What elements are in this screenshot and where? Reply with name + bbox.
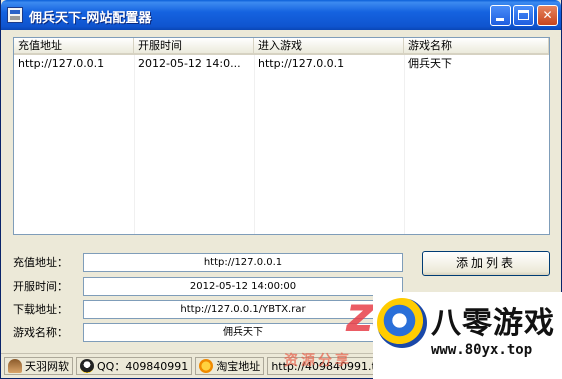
column-header-enter-game[interactable]: 进入游戏: [254, 38, 404, 55]
column-header-recharge[interactable]: 充值地址: [14, 38, 134, 55]
app-icon[interactable]: [7, 7, 23, 23]
column-divider: [134, 55, 135, 234]
close-button[interactable]: ✕: [537, 5, 558, 26]
row-enter-game-cell: http://127.0.0.1: [258, 57, 345, 70]
status-qq: QQ：409840991: [97, 360, 189, 373]
logo-url: www.80yx.top: [431, 342, 533, 358]
qq-icon: [80, 359, 94, 373]
taobao-icon: [199, 359, 214, 373]
game-name-label: 游戏名称：: [13, 326, 68, 339]
list-header: 充值地址 开服时间 进入游戏 游戏名称: [14, 38, 549, 55]
download-label: 下载地址：: [13, 303, 68, 316]
minimize-icon: [496, 18, 504, 21]
logo-brand: 八零游戏: [431, 306, 555, 341]
row-game-name-cell: 佣兵天下: [408, 57, 452, 70]
watermark-subtitle: 资源分享: [284, 353, 352, 369]
app-window: 佣兵天下-网站配置器 ✕ 充值地址 开服时间 进入游戏 游戏名称 http://…: [0, 0, 562, 379]
logo-swirl-icon: [377, 298, 427, 348]
list-row[interactable]: http://127.0.0.1 2012-05-12 14:0... http…: [14, 56, 549, 73]
status-taobao-panel[interactable]: 淘宝地址: [195, 357, 265, 375]
row-open-time-cell: 2012-05-12 14:0...: [138, 57, 241, 70]
person-icon: [8, 359, 22, 373]
close-icon: ✕: [542, 8, 553, 22]
column-divider: [404, 55, 405, 234]
watermark-logo: 八零游戏 www.80yx.top: [373, 292, 562, 379]
title-bar[interactable]: 佣兵天下-网站配置器 ✕: [1, 0, 561, 30]
recharge-input[interactable]: http://127.0.0.1: [83, 253, 403, 272]
window-title: 佣兵天下-网站配置器: [29, 11, 152, 26]
open-time-label: 开服时间：: [13, 280, 68, 293]
minimize-button[interactable]: [490, 5, 511, 26]
status-taobao: 淘宝地址: [216, 360, 261, 373]
row-recharge-cell: http://127.0.0.1: [18, 57, 105, 70]
column-divider: [254, 55, 255, 234]
maximize-button[interactable]: [513, 5, 534, 26]
server-list[interactable]: 充值地址 开服时间 进入游戏 游戏名称 http://127.0.0.1 201…: [13, 37, 550, 235]
maximize-icon: [518, 10, 529, 20]
add-to-list-button[interactable]: 添加列表: [422, 251, 550, 276]
status-qq-panel[interactable]: QQ：409840991: [76, 357, 193, 375]
column-header-open-time[interactable]: 开服时间: [134, 38, 254, 55]
column-header-game-name[interactable]: 游戏名称: [404, 38, 549, 55]
recharge-label: 充值地址：: [13, 256, 68, 269]
status-author: 天羽网软: [25, 360, 69, 373]
status-author-panel[interactable]: 天羽网软: [4, 357, 73, 375]
